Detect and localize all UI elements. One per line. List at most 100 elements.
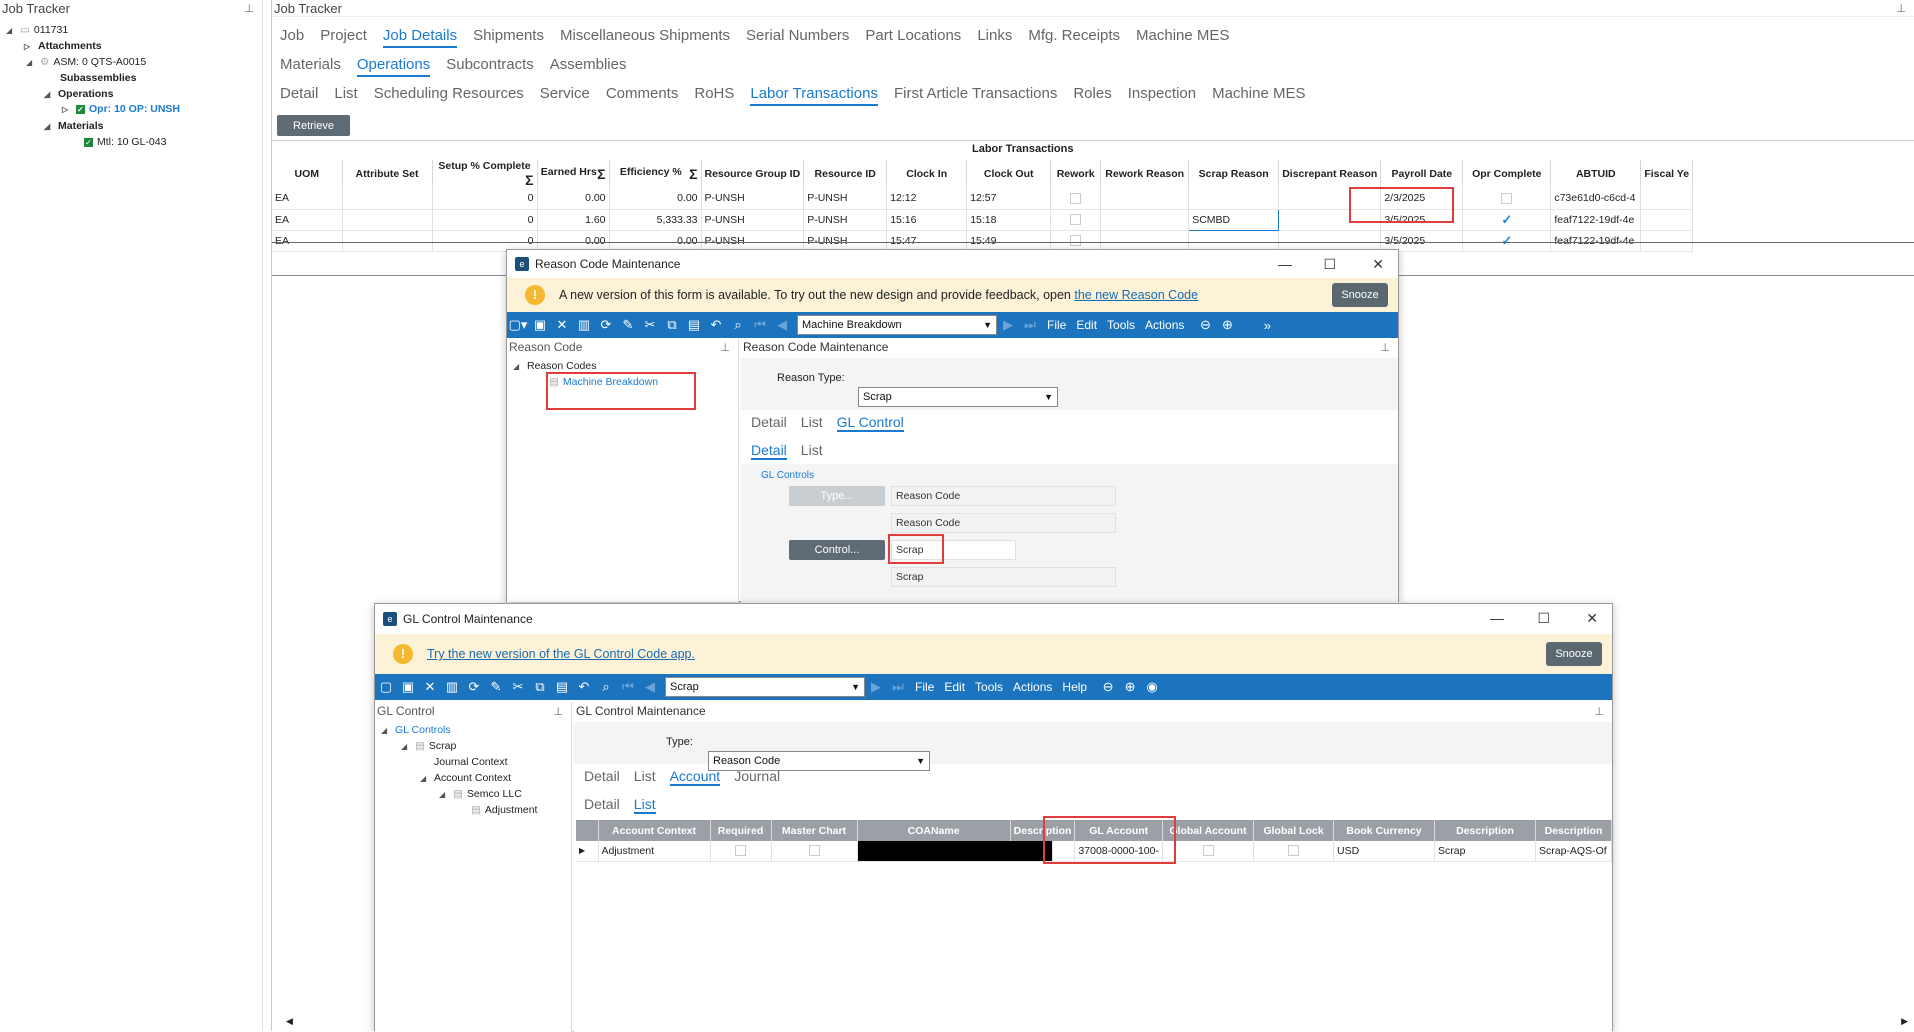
delete-icon[interactable]: ✕: [551, 317, 573, 333]
scroll-left-icon[interactable]: ◀: [286, 1016, 293, 1027]
pin-icon[interactable]: ⊥: [720, 339, 730, 357]
tab-materials[interactable]: Materials: [280, 56, 341, 77]
refresh-icon[interactable]: ⟳: [595, 317, 617, 333]
table-cell[interactable]: [1100, 188, 1190, 210]
table-cell[interactable]: 15:16: [886, 209, 968, 231]
col-header[interactable]: Attribute Set: [342, 160, 433, 188]
row-selector-icon[interactable]: ▶: [576, 840, 599, 862]
last-record-icon[interactable]: ⏭: [1019, 317, 1041, 333]
tree-node-subassemblies[interactable]: Subassemblies: [60, 72, 136, 84]
tab-rohs[interactable]: RoHS: [694, 85, 734, 106]
undo-icon[interactable]: ↶: [705, 317, 727, 333]
col-header[interactable]: Discrepant Reason: [1278, 160, 1382, 188]
undo-icon[interactable]: ↶: [573, 679, 595, 695]
col-header[interactable]: UOM: [272, 160, 343, 188]
tab-list[interactable]: List: [634, 768, 656, 786]
col-header[interactable]: Resource ID: [803, 160, 888, 188]
tab-detail[interactable]: Detail: [751, 414, 787, 432]
collapse-icon[interactable]: ◢: [6, 26, 14, 35]
master-chart-checkbox[interactable]: [808, 845, 820, 857]
table-row[interactable]: EA 0 0.00 0.00 P-UNSH P-UNSH 12:12 12:57 2/3/202…: [272, 188, 1694, 210]
type-field[interactable]: Reason Code: [891, 486, 1116, 506]
col-header[interactable]: Earned Hrs Σ: [537, 160, 610, 188]
table-cell[interactable]: SCMBD: [1188, 208, 1280, 231]
table-row[interactable]: EA 0 0.00 0.00 P-UNSH P-UNSH 15:47 15:49 3/5/202…: [272, 230, 1694, 252]
tab-assemblies[interactable]: Assemblies: [550, 56, 627, 77]
next-record-icon[interactable]: ▶: [997, 317, 1019, 333]
col-header[interactable]: Book Currency: [1333, 820, 1435, 841]
cell-book-currency[interactable]: USD: [1333, 840, 1435, 862]
table-cell[interactable]: [1640, 209, 1694, 231]
collapse-icon[interactable]: ◢: [513, 362, 521, 371]
clear-icon[interactable]: ✎: [617, 317, 639, 333]
table-cell[interactable]: [1100, 209, 1190, 231]
tab-links[interactable]: Links: [977, 27, 1012, 48]
snooze-button[interactable]: Snooze: [1332, 283, 1388, 307]
tab-roles[interactable]: Roles: [1073, 85, 1111, 106]
tab-list[interactable]: List: [801, 414, 823, 432]
table-cell[interactable]: 3/5/2025: [1380, 230, 1464, 252]
opr-complete-checkbox[interactable]: [1501, 192, 1513, 204]
col-header[interactable]: ABTUID: [1550, 160, 1642, 188]
collapse-icon[interactable]: ◢: [439, 790, 447, 799]
table-cell[interactable]: P-UNSH: [803, 188, 888, 210]
tab-service[interactable]: Service: [540, 85, 590, 106]
tree-node-account-context[interactable]: ◢ Account Context: [420, 772, 511, 784]
table-cell[interactable]: [1100, 230, 1190, 252]
table-cell[interactable]: [1188, 188, 1280, 210]
tab-detail[interactable]: Detail: [584, 768, 620, 786]
cell-account-context[interactable]: Adjustment: [598, 840, 711, 862]
check-icon[interactable]: ✓: [1501, 212, 1512, 227]
tree-node-journal-context[interactable]: Journal Context: [434, 756, 508, 768]
cut-icon[interactable]: ✂: [639, 317, 661, 333]
table-cell[interactable]: [1050, 230, 1102, 252]
copy-icon[interactable]: ⧉: [529, 679, 551, 695]
table-cell[interactable]: 5,333.33: [609, 209, 702, 231]
tree-node-opr[interactable]: ▷ ✓ Opr: 10 OP: UNSH: [62, 103, 180, 115]
tab-detail[interactable]: Detail: [280, 85, 318, 106]
snooze-button[interactable]: Snooze: [1546, 642, 1602, 666]
search-icon[interactable]: ⌕: [727, 317, 749, 333]
control-button[interactable]: Control...: [789, 540, 885, 560]
col-header[interactable]: COAName: [857, 820, 1011, 841]
table-cell[interactable]: [1640, 230, 1694, 252]
copy-icon[interactable]: ⧉: [661, 317, 683, 333]
col-header[interactable]: Global Account: [1162, 820, 1254, 841]
global-lock-checkbox[interactable]: [1288, 845, 1299, 857]
back-icon[interactable]: ⊖: [1097, 679, 1119, 695]
col-header[interactable]: Required: [710, 820, 772, 841]
required-checkbox[interactable]: [735, 845, 746, 857]
table-cell[interactable]: 0.00: [609, 230, 702, 252]
tree-node-adjustment[interactable]: ▤ Adjustment: [471, 804, 537, 816]
table-cell[interactable]: [1188, 230, 1280, 252]
table-cell[interactable]: 0.00: [537, 188, 610, 210]
collapse-icon[interactable]: ◢: [381, 726, 389, 735]
refresh-icon[interactable]: ⟳: [463, 679, 485, 695]
back-icon[interactable]: ⊖: [1194, 317, 1216, 333]
tree-node-job[interactable]: ◢ ▭ 011731: [6, 24, 68, 36]
minimize-icon[interactable]: —: [1278, 256, 1292, 272]
close-icon[interactable]: ✕: [1372, 256, 1384, 273]
paste-icon[interactable]: ▤: [683, 317, 705, 333]
first-record-icon[interactable]: ⏮: [617, 679, 639, 695]
cell-required[interactable]: [710, 840, 772, 862]
new-icon[interactable]: ▢▾: [507, 317, 529, 333]
sum-icon[interactable]: Σ: [689, 166, 697, 182]
menu-file[interactable]: File: [1047, 318, 1066, 332]
table-cell[interactable]: 0: [432, 230, 538, 252]
rework-checkbox[interactable]: [1070, 192, 1082, 204]
forward-icon[interactable]: ⊕: [1216, 317, 1238, 333]
tab-shipments[interactable]: Shipments: [473, 27, 544, 48]
table-cell[interactable]: EA: [272, 188, 343, 210]
table-row[interactable]: EA 0 1.60 5,333.33 P-UNSH P-UNSH 15:16 15:18 SCM…: [272, 208, 1694, 231]
close-icon[interactable]: ✕: [1586, 610, 1598, 627]
tree-node-gl-controls[interactable]: ◢ GL Controls: [381, 724, 451, 736]
table-cell[interactable]: 0: [432, 188, 538, 210]
tab-comments[interactable]: Comments: [606, 85, 679, 106]
tree-node-asm[interactable]: ◢ ⚙ ASM: 0 QTS-A0015: [26, 56, 146, 68]
cell-master-chart[interactable]: [771, 840, 858, 862]
table-cell[interactable]: P-UNSH: [803, 230, 888, 252]
col-header[interactable]: Rework Reason: [1100, 160, 1190, 188]
overflow-icon[interactable]: »: [1256, 318, 1278, 333]
tab-first-article-transactions[interactable]: First Article Transactions: [894, 85, 1057, 106]
